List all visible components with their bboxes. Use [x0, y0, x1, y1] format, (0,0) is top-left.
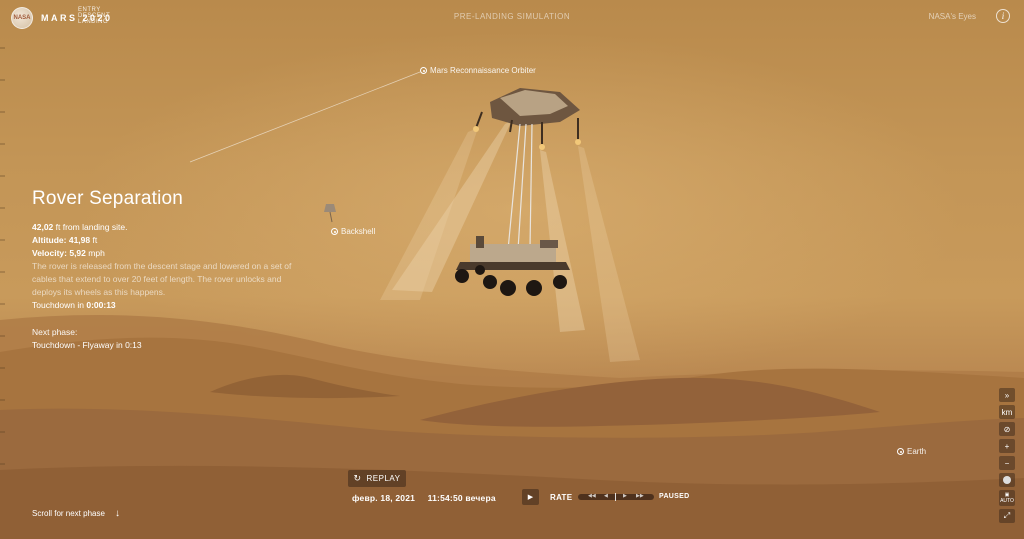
units-toggle-button[interactable]: km: [999, 405, 1015, 419]
orbiter-label[interactable]: Mars Reconnaissance Orbiter: [420, 66, 536, 75]
touchdown-countdown: Touchdown in 0:00:13: [32, 299, 312, 312]
target-icon: [897, 448, 904, 455]
next-phase-label: Next phase:: [32, 327, 78, 337]
phase-title: Rover Separation: [32, 188, 184, 209]
sim-date: февр. 18, 2021: [352, 493, 416, 503]
phase-description: The rover is released from the descent s…: [32, 261, 292, 297]
replay-label: REPLAY: [366, 474, 401, 483]
collapse-icon[interactable]: »: [999, 388, 1015, 402]
fast-forward-icon: ▶▶: [636, 493, 644, 499]
orbiter-label-text: Mars Reconnaissance Orbiter: [430, 66, 536, 75]
distance-stat: 42,02 ft from landing site.: [32, 221, 312, 234]
velocity-unit: mph: [88, 248, 105, 258]
rewind-icon: ◀◀: [588, 493, 596, 499]
sim-time: 11:54:50 вечера: [427, 493, 496, 503]
brand-link[interactable]: NASA's Eyes: [929, 12, 976, 21]
step-back-icon: ◀: [604, 493, 608, 499]
auto-camera-label: AUTO: [1000, 498, 1014, 504]
touchdown-value: 0:00:13: [86, 300, 116, 310]
distance-text: ft from landing site.: [55, 222, 128, 232]
page-title: PRE-LANDING SIMULATION: [453, 12, 571, 21]
rate-slider[interactable]: ◀◀ ◀ ▶ ▶▶: [578, 493, 654, 501]
altitude-unit: ft: [92, 235, 98, 245]
velocity-stat: Velocity: 5,92 mph: [32, 247, 312, 260]
backshell-model: [324, 204, 336, 223]
light-icon: [1003, 476, 1011, 484]
zoom-in-button[interactable]: +: [999, 439, 1015, 453]
target-icon: [331, 228, 338, 235]
hide-labels-icon[interactable]: ⊘: [999, 422, 1015, 436]
backshell-label[interactable]: Backshell: [331, 227, 375, 236]
target-icon: [420, 67, 427, 74]
orbiter-beam: [189, 71, 421, 163]
info-icon[interactable]: i: [996, 9, 1010, 23]
altitude-stat: Altitude: 41,98 ft: [32, 234, 312, 247]
play-icon: ▶: [527, 494, 534, 501]
scroll-hint-text: Scroll for next phase: [32, 509, 105, 518]
scroll-hint[interactable]: Scroll for next phase ↓: [32, 508, 120, 519]
auto-camera-button[interactable]: ▣ AUTO: [999, 490, 1015, 506]
rover: [455, 236, 570, 296]
rate-slider-handle[interactable]: [615, 493, 616, 501]
earth-label[interactable]: Earth: [897, 447, 926, 456]
arrow-down-icon: ↓: [114, 508, 120, 519]
velocity-value: 5,92: [69, 248, 86, 258]
velocity-label: Velocity:: [32, 248, 67, 258]
playback-status: PAUSED: [659, 493, 690, 500]
next-phase-link[interactable]: Touchdown - Flyaway in 0:13: [32, 339, 312, 352]
altitude-label: Altitude:: [32, 235, 67, 245]
altitude-value: 41,98: [68, 235, 91, 245]
thruster-plumes: [380, 120, 640, 362]
left-scale-ruler: [0, 47, 5, 465]
top-bar: NASA MARS 2020 ENTRY DESCENT LANDING PRE…: [0, 0, 1024, 36]
replay-button[interactable]: ↻ REPLAY: [348, 470, 406, 487]
bridle-cables: [507, 123, 533, 251]
side-toolbar: » km ⊘ + − ▣ AUTO ⤢: [999, 388, 1015, 526]
fullscreen-icon[interactable]: ⤢: [999, 509, 1015, 523]
distance-value: 42,02: [32, 222, 54, 232]
step-forward-icon: ▶: [623, 493, 627, 499]
play-button[interactable]: ▶: [522, 489, 539, 505]
replay-icon: ↻: [353, 473, 362, 483]
rate-label: RATE: [550, 493, 573, 502]
earth-label-text: Earth: [907, 447, 927, 456]
zoom-out-button[interactable]: −: [999, 456, 1015, 470]
sim-date-time: февр. 18, 2021 11:54:50 вечера: [352, 493, 496, 503]
backshell-label-text: Backshell: [341, 227, 376, 236]
phase-info-panel: Rover Separation 42,02 ft from landing s…: [32, 188, 312, 352]
lighting-toggle-button[interactable]: [999, 473, 1015, 487]
descent-stage: [473, 88, 581, 150]
touchdown-label: Touchdown in: [32, 300, 84, 310]
